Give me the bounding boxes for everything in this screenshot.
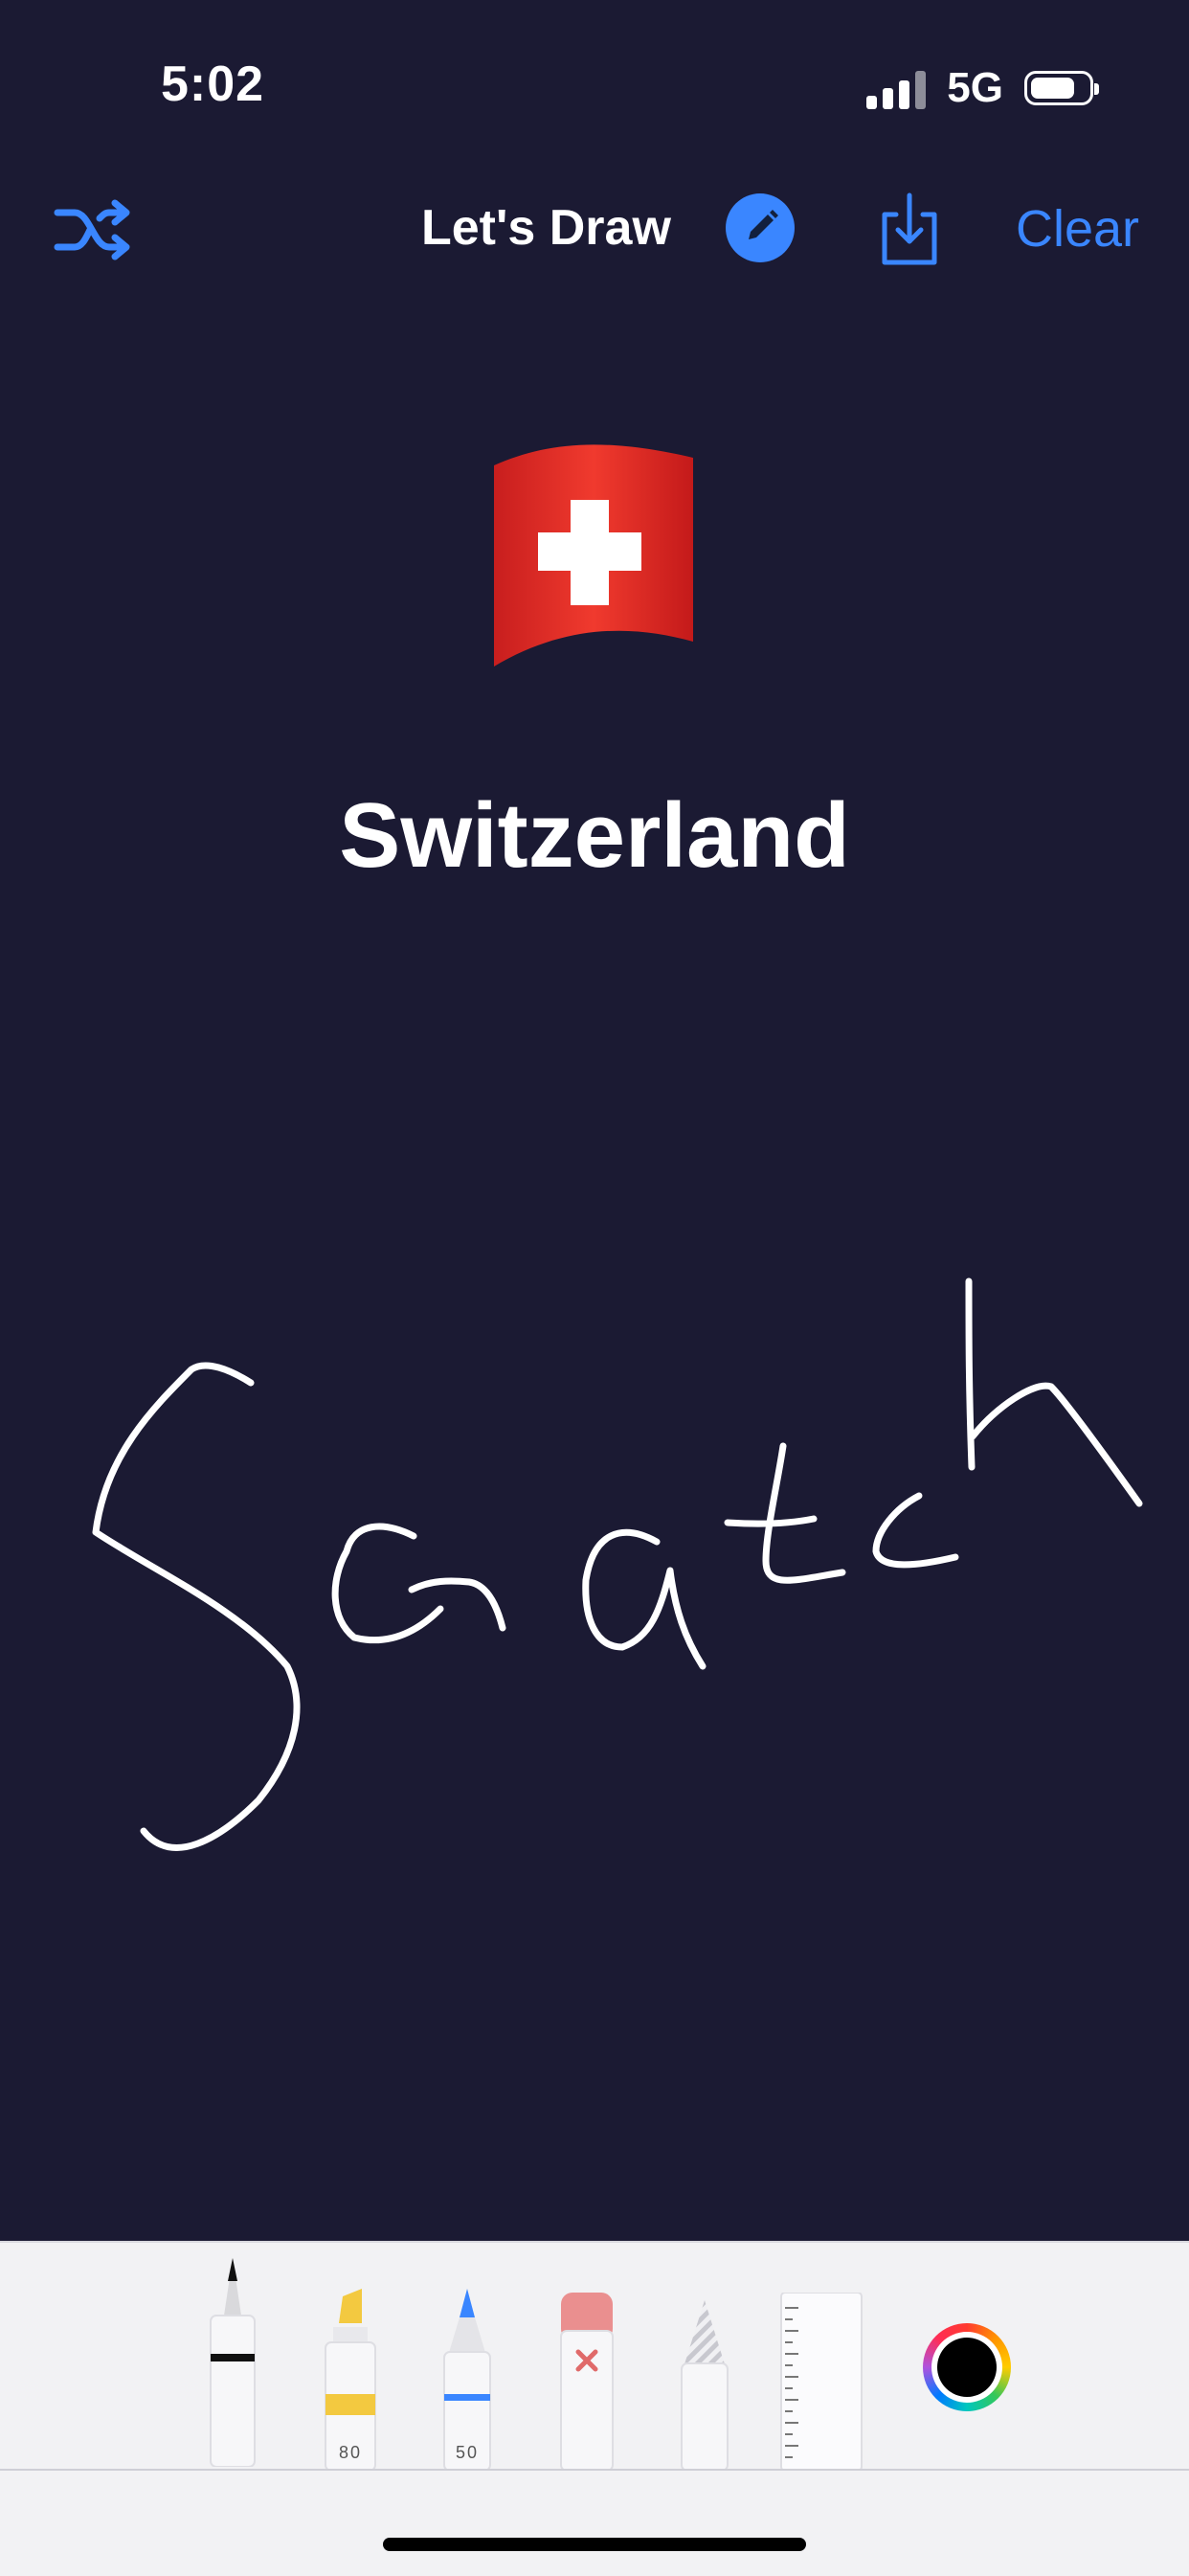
battery-icon (1024, 71, 1099, 105)
shuffle-button[interactable] (52, 192, 138, 268)
marker-width-label: 80 (338, 2443, 363, 2462)
status-time: 5:02 (161, 56, 265, 112)
status-indicators: 5G (866, 64, 1099, 111)
nav-bar: Let's Draw Clear (0, 172, 1189, 287)
download-button[interactable] (871, 190, 948, 270)
country-name: Switzerland (339, 784, 850, 887)
clear-button[interactable]: Clear (1016, 199, 1139, 259)
drawing-canvas[interactable] (0, 1130, 1189, 2241)
home-indicator[interactable] (383, 2538, 806, 2551)
eraser-icon (560, 2293, 614, 2472)
selected-color-swatch (937, 2338, 997, 2397)
eraser-tool[interactable] (555, 2293, 618, 2472)
pen-tool[interactable] (205, 2258, 260, 2468)
edit-button[interactable] (726, 193, 795, 262)
pencil-icon (749, 210, 778, 239)
pen-icon (210, 2258, 256, 2468)
handwritten-stroke (92, 1277, 1143, 1851)
toolbar-divider (0, 2469, 1189, 2471)
marker-tool[interactable]: 80 (320, 2289, 381, 2472)
drawing-toolbar: 80 50 (0, 2241, 1189, 2576)
network-type: 5G (947, 64, 1003, 111)
swiss-flag-image (488, 437, 699, 672)
pencil-tool[interactable]: 50 (438, 2289, 496, 2472)
signal-icon (866, 67, 927, 109)
page-title: Let's Draw (421, 200, 671, 256)
download-icon (882, 192, 937, 265)
lasso-tool[interactable] (676, 2300, 733, 2472)
ruler-tool[interactable] (779, 2292, 864, 2472)
shuffle-icon (54, 199, 130, 260)
color-picker[interactable] (923, 2323, 1011, 2411)
lasso-icon (681, 2300, 729, 2472)
pencil-width-label: 50 (455, 2443, 480, 2462)
color-picker-ring (931, 2332, 1002, 2403)
battery-level (1031, 78, 1074, 99)
status-bar: 5:02 5G (0, 0, 1189, 172)
ruler-icon (780, 2292, 863, 2472)
